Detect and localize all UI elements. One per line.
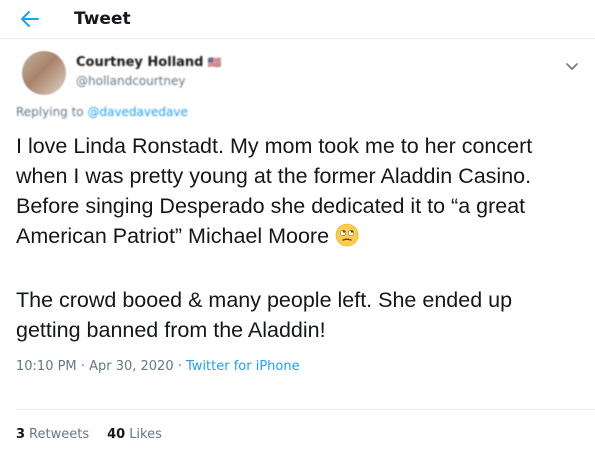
- replying-to-label: Replying to: [16, 105, 84, 119]
- author-names[interactable]: Courtney Holland 🇺🇸 @hollandcourtney: [76, 51, 221, 88]
- eye-roll-emoji-icon: [335, 223, 359, 255]
- tweet-text: I love Linda Ronstadt. My mom took me to…: [16, 131, 579, 345]
- chevron-down-icon[interactable]: [563, 57, 581, 75]
- retweets-stat[interactable]: 3 Retweets: [16, 427, 89, 442]
- display-name[interactable]: Courtney Holland: [76, 55, 203, 70]
- tweet-meta: 10:10 PM · Apr 30, 2020 · Twitter for iP…: [16, 359, 579, 374]
- top-bar: Tweet: [0, 0, 595, 39]
- tweet-paragraph-2: The crowd booed & many people left. She …: [16, 288, 513, 342]
- tweet-stats: 3 Retweets 40 Likes: [16, 427, 180, 442]
- flag-icon: 🇺🇸: [207, 56, 222, 69]
- meta-separator: ·: [177, 359, 182, 374]
- page-title: Tweet: [74, 9, 131, 29]
- author-handle[interactable]: @hollandcourtney: [76, 74, 221, 88]
- tweet: Courtney Holland 🇺🇸 @hollandcourtney Repl…: [0, 39, 595, 374]
- avatar[interactable]: [22, 51, 66, 95]
- author-row: Courtney Holland 🇺🇸 @hollandcourtney: [16, 39, 579, 95]
- replying-to: Replying to @davedavedave: [16, 105, 579, 119]
- likes-stat[interactable]: 40 Likes: [107, 427, 162, 442]
- retweets-count: 3: [16, 427, 26, 442]
- meta-separator: ·: [80, 359, 85, 374]
- replying-to-link[interactable]: @davedavedave: [87, 105, 187, 119]
- likes-label: Likes: [129, 427, 162, 442]
- back-arrow-icon[interactable]: [18, 7, 42, 31]
- retweets-label: Retweets: [29, 427, 90, 442]
- tweet-paragraph-1-text: I love Linda Ronstadt. My mom took me to…: [16, 134, 533, 248]
- likes-count: 40: [107, 427, 126, 442]
- tweet-source-link[interactable]: Twitter for iPhone: [186, 359, 300, 374]
- tweet-time[interactable]: 10:10 PM: [16, 359, 77, 374]
- tweet-paragraph-1: I love Linda Ronstadt. My mom took me to…: [16, 131, 579, 255]
- divider: [16, 409, 595, 410]
- tweet-date[interactable]: Apr 30, 2020: [89, 359, 174, 374]
